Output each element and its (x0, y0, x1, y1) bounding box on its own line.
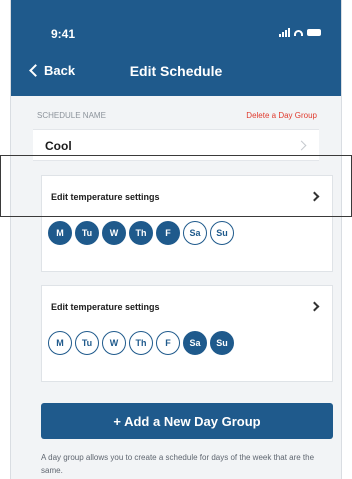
schedule-name-value: Cool (45, 139, 72, 153)
wifi-icon (294, 29, 303, 36)
day-toggle-f[interactable]: F (156, 331, 180, 355)
chevron-right-icon[interactable] (309, 191, 320, 202)
battery-icon (307, 29, 321, 36)
page-title: Edit Schedule (129, 63, 223, 79)
status-time: 9:41 (51, 27, 76, 41)
section-label: SCHEDULE NAME (37, 111, 106, 120)
schedule-name-header: SCHEDULE NAME Delete a Day Group (37, 111, 317, 120)
day-toggle-su[interactable]: Su (210, 331, 234, 355)
day-toggle-su[interactable]: Su (210, 221, 234, 245)
day-toggle-sa[interactable]: Sa (183, 331, 207, 355)
day-toggle-m[interactable]: M (48, 331, 72, 355)
day-toggle-tu[interactable]: Tu (75, 221, 99, 245)
day-group-card: Edit temperature settings M Tu W Th F Sa Su (41, 285, 333, 382)
status-icons (279, 28, 321, 37)
chevron-right-icon[interactable] (309, 301, 320, 312)
day-toggle-m[interactable]: M (48, 221, 72, 245)
help-text: A day group allows you to create a sched… (41, 453, 315, 475)
day-selector: M Tu W Th F Sa Su (48, 331, 234, 355)
day-toggle-th[interactable]: Th (129, 221, 153, 245)
day-toggle-th[interactable]: Th (129, 331, 153, 355)
edit-temperature-settings-link[interactable]: Edit temperature settings (51, 302, 160, 312)
delete-day-group-link[interactable]: Delete a Day Group (246, 111, 317, 120)
edit-temperature-settings-link[interactable]: Edit temperature settings (51, 192, 160, 202)
day-toggle-f[interactable]: F (156, 221, 180, 245)
day-toggle-w[interactable]: W (102, 221, 126, 245)
day-toggle-tu[interactable]: Tu (75, 331, 99, 355)
add-day-group-button[interactable]: + Add a New Day Group (41, 403, 333, 439)
chevron-right-icon (296, 140, 307, 151)
signal-icon (279, 28, 290, 37)
phone-screen: 9:41 Back Edit Schedule SCHEDULE NAME De… (10, 0, 342, 479)
day-selector: M Tu W Th F Sa Su (48, 221, 234, 245)
day-group-card: Edit temperature settings M Tu W Th F Sa Su (41, 175, 333, 272)
schedule-name-row[interactable]: Cool (33, 129, 319, 161)
day-toggle-sa[interactable]: Sa (183, 221, 207, 245)
day-toggle-w[interactable]: W (102, 331, 126, 355)
top-bar: 9:41 Back Edit Schedule (11, 0, 341, 96)
